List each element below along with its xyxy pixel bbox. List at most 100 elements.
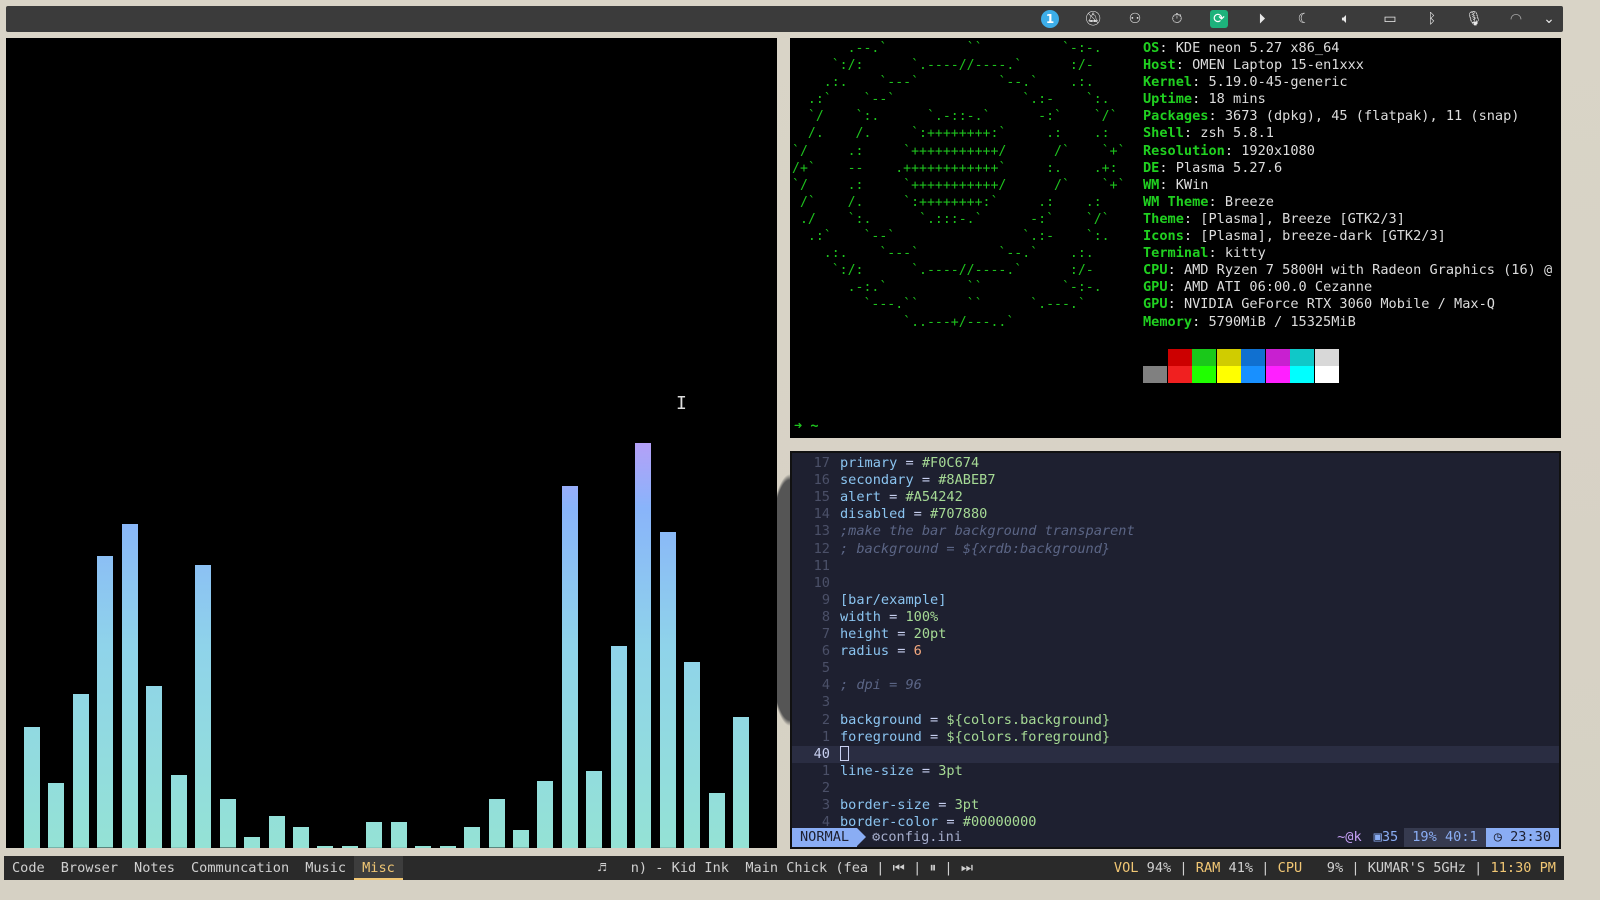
visualizer-bar	[659, 532, 676, 848]
color-swatch	[1265, 366, 1290, 383]
host-label: KUMAR'S 5GHz	[1367, 860, 1466, 876]
color-swatch	[1241, 366, 1265, 383]
code-token: width	[840, 608, 881, 625]
volume-icon[interactable]: 🔈︎	[1337, 10, 1355, 28]
code-line[interactable]: 4 ; dpi = 96	[792, 677, 1559, 694]
polybar: Code Browser Notes Communcation Music Misc ♬ …	[4, 856, 1564, 880]
line-count-text: 35	[1381, 829, 1399, 845]
workspace-music[interactable]: Music	[297, 856, 354, 880]
chevron-down-icon[interactable]: ⌄	[1540, 10, 1558, 28]
code-line[interactable]: 8 width = 100%	[792, 609, 1559, 626]
code-line[interactable]: 2	[792, 780, 1559, 797]
info-key: Memory	[1143, 313, 1193, 330]
visualizer-bar	[561, 485, 578, 848]
code-line[interactable]: 1 line-size = 3pt	[792, 763, 1559, 780]
notification-count-icon[interactable]: 1	[1041, 10, 1059, 28]
vol-label: VOL	[1113, 860, 1139, 876]
info-key: Terminal	[1143, 245, 1209, 262]
info-key: Resolution	[1143, 142, 1225, 159]
clock-icon: ◷	[1493, 829, 1502, 845]
line-number: 2	[821, 779, 830, 796]
code-line[interactable]: 15 alert = #A54242	[792, 489, 1559, 506]
code-line[interactable]: 10	[792, 575, 1559, 592]
workspace-communcation[interactable]: Communcation	[183, 856, 297, 880]
code-line[interactable]: 6 radius = 6	[792, 643, 1559, 660]
clock: 11:30 PM	[1490, 860, 1556, 876]
code-token: =	[889, 643, 914, 660]
visualizer-bar	[708, 792, 725, 848]
code-line[interactable]: 13 ;make the bar background transparent	[792, 523, 1559, 540]
info-row: Memory: 5790MiB / 15325MiB	[1143, 313, 1356, 330]
line-count: ▣35	[1368, 828, 1405, 847]
info-value: [Plasma], breeze-dark [GTK2/3]	[1200, 228, 1446, 245]
code-line[interactable]: 3 border-size = 3pt	[792, 797, 1559, 814]
file-name-text: config.ini	[880, 829, 963, 845]
code-line[interactable]: 11	[792, 558, 1559, 575]
workspace-notes[interactable]: Notes	[126, 856, 183, 880]
vol-value[interactable]: 94%	[1147, 860, 1172, 876]
sync-app-icon[interactable]: ⟳	[1210, 10, 1228, 28]
system-stats: VOL 94% | RAM 41% | CPU 9% | KUMAR'S 5GH…	[1113, 860, 1556, 876]
current-line[interactable]: 40	[792, 745, 1559, 763]
line-number: 14	[813, 506, 830, 523]
visualizer-bar	[317, 845, 334, 848]
night-color-icon[interactable]: ☾	[1295, 10, 1313, 28]
info-key: WM	[1143, 176, 1160, 193]
code-line[interactable]: 17 primary = #F0C674	[792, 455, 1559, 472]
user-icon[interactable]: ⚇	[1126, 10, 1144, 28]
info-row: Icons: [Plasma], breeze-dark [GTK2/3]	[1143, 228, 1446, 245]
code-line[interactable]: 1 foreground = ${colors.foreground}	[792, 729, 1559, 746]
info-key: GPU	[1143, 296, 1168, 313]
wifi-icon[interactable]: ◠	[1507, 10, 1525, 28]
visualizer-bar	[390, 822, 407, 848]
line-number: 1	[821, 762, 830, 779]
code-token: 3pt	[954, 797, 980, 813]
shell-prompt[interactable]: ➜ ~	[794, 418, 819, 435]
editor-time: 23:30	[1510, 829, 1551, 845]
info-row: CPU: AMD Ryzen 7 5800H with Radeon Graph…	[1143, 262, 1553, 279]
music-module: ♬ n) - Kid Ink Main Chick (fea | ⏮ | ⏸ |…	[598, 860, 974, 876]
ram-value: 41%	[1228, 860, 1254, 876]
workspace-code[interactable]: Code	[4, 856, 53, 880]
battery-icon[interactable]: ▭	[1381, 10, 1399, 28]
info-value: KDE neon 5.27 x86_64	[1175, 40, 1340, 56]
text-cursor-icon: I	[676, 393, 687, 414]
microphone-icon[interactable]: 🎙︎	[1465, 10, 1483, 28]
info-row: Terminal: kitty	[1143, 245, 1266, 262]
next-button[interactable]: ⏭	[961, 860, 973, 876]
prev-button[interactable]: ⏮	[893, 860, 905, 876]
code-token: 20pt	[913, 626, 947, 642]
code-token: =	[880, 489, 906, 506]
visualizer-bar	[415, 845, 432, 848]
info-value: Breeze	[1224, 193, 1274, 210]
visualizer-bar	[537, 780, 554, 848]
vim-mode: NORMAL	[792, 828, 867, 847]
code-token: #8ABEB7	[938, 472, 996, 489]
code-line[interactable]: 9 [bar/example]	[792, 592, 1559, 609]
visualizer-bar	[488, 799, 505, 848]
vim-editor[interactable]: 17 primary = #F0C674 16 secondary = #8ABEB7…	[790, 451, 1561, 849]
code-line[interactable]: 5	[792, 660, 1559, 677]
media-play-icon[interactable]: ⏵	[1253, 10, 1271, 28]
workspace-misc[interactable]: Misc	[354, 856, 403, 880]
code-token: alert	[840, 489, 881, 506]
visualizer-bar	[170, 775, 187, 848]
alarm-icon[interactable]: ⏱	[1168, 10, 1186, 28]
pause-button[interactable]: ⏸	[929, 860, 936, 876]
workspace-browser[interactable]: Browser	[53, 856, 126, 880]
info-row: OS: KDE neon 5.27 x86_64	[1143, 40, 1340, 56]
code-line[interactable]: 3	[792, 694, 1559, 711]
code-line[interactable]: 16 secondary = #8ABEB7	[792, 472, 1559, 489]
info-key: GPU	[1143, 279, 1168, 296]
code-line[interactable]: 2 background = ${colors.background}	[792, 712, 1559, 729]
code-line[interactable]: 7 height = 20pt	[792, 626, 1559, 643]
color-swatch	[1143, 349, 1167, 366]
code-line[interactable]: 14 disabled = #707880	[792, 506, 1559, 523]
neofetch-terminal[interactable]: .--.` `` `-:-. `:/: `.----//----.` :/- .…	[790, 38, 1561, 438]
bluetooth-icon[interactable]: ᛒ	[1423, 10, 1441, 28]
info-row: Packages: 3673 (dpkg), 45 (flatpak), 11 …	[1143, 108, 1520, 125]
info-value: kitty	[1224, 245, 1266, 262]
color-swatch	[1192, 366, 1216, 383]
code-line[interactable]: 12 ; background = ${xrdb:background}	[792, 541, 1559, 558]
bell-off-icon[interactable]: 🔕︎	[1084, 10, 1102, 28]
